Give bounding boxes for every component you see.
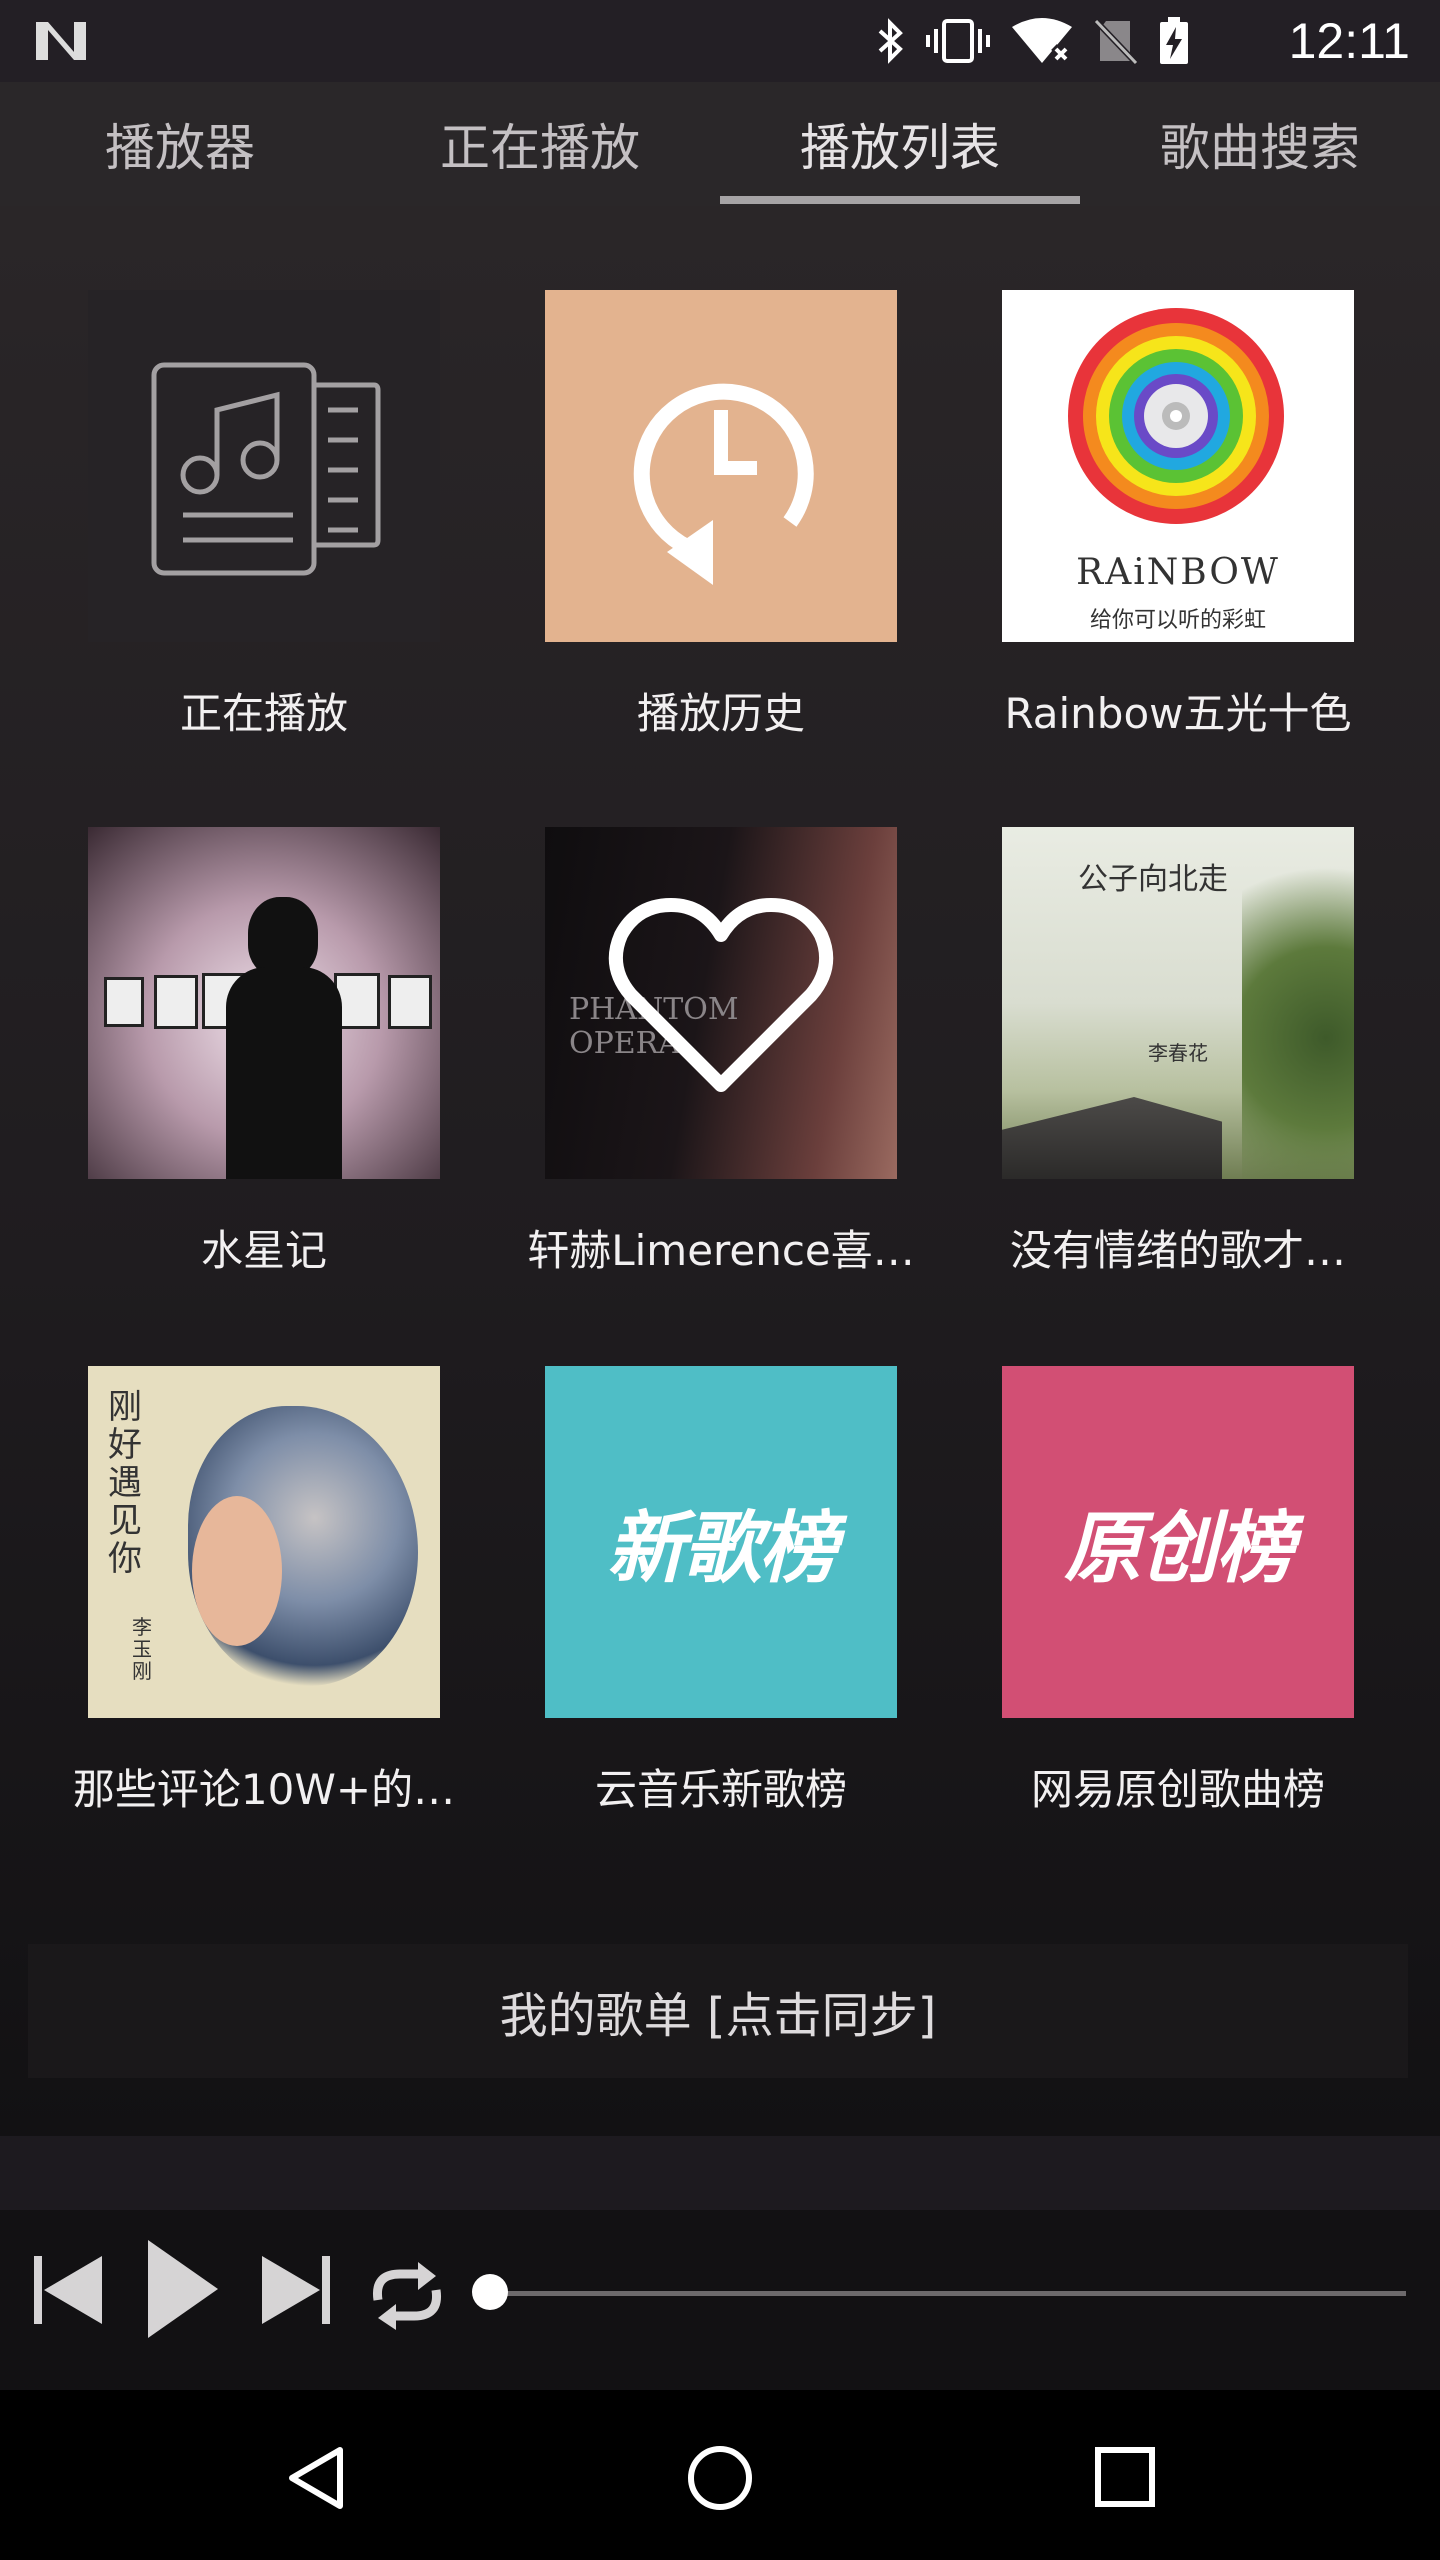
now-playing-icon xyxy=(151,362,381,576)
previous-icon[interactable] xyxy=(32,2254,104,2326)
sync-playlists-button[interactable]: 我的歌单 [点击同步] xyxy=(28,1944,1408,2078)
cover-title: 公子向北走 xyxy=(1078,862,1228,897)
person-silhouette-body xyxy=(226,967,342,1179)
progress-track[interactable] xyxy=(490,2291,1406,2296)
history-icon xyxy=(633,383,814,585)
tab-bar: 播放器 正在播放 播放列表 歌曲搜索 xyxy=(0,82,1440,206)
system-nav-bar xyxy=(0,2390,1440,2560)
no-sim-icon xyxy=(1094,18,1138,65)
cover-title: 原创榜 xyxy=(1063,1504,1294,1594)
cover-face xyxy=(192,1496,282,1646)
cover-tree xyxy=(1242,827,1354,1179)
playlist-card-original-chart[interactable]: 原创榜 网易原创歌曲榜 xyxy=(1002,1366,1354,1817)
playlist-card-history[interactable]: 播放历史 xyxy=(545,290,897,741)
playlist-label: 轩赫Limerence喜… xyxy=(527,1226,915,1275)
cover-subtitle: 给你可以听的彩虹 xyxy=(1089,608,1266,633)
playlist-label: 网易原创歌曲榜 xyxy=(1030,1765,1325,1814)
playlist-cover: 公子向北走 李春花 xyxy=(1002,827,1354,1179)
person-silhouette-head xyxy=(248,897,318,977)
playlist-label: 正在播放 xyxy=(179,689,348,738)
playlist-cover: RAiNBOW 给你可以听的彩虹 xyxy=(1002,290,1354,642)
playlist-label: Rainbow五光十色 xyxy=(1004,689,1352,738)
wifi-icon xyxy=(1012,18,1072,64)
playlist-card-rainbow[interactable]: RAiNBOW 给你可以听的彩虹 Rainbow五光十色 xyxy=(1002,290,1354,741)
playlist-card-now-playing[interactable]: 正在播放 xyxy=(88,290,440,741)
n-logo-icon xyxy=(36,22,86,60)
active-tab-indicator xyxy=(720,196,1080,204)
bluetooth-icon xyxy=(878,18,903,64)
playlist-cover: 新歌榜 xyxy=(545,1366,897,1718)
playlist-label: 云音乐新歌榜 xyxy=(594,1765,847,1814)
playlist-cover xyxy=(545,290,897,642)
playlist-label: 水星记 xyxy=(200,1226,327,1275)
recents-icon[interactable] xyxy=(1094,2446,1156,2508)
cover-roof xyxy=(1002,1097,1222,1179)
clock: 12:11 xyxy=(1288,13,1410,69)
playlist-label: 播放历史 xyxy=(636,689,805,738)
vibrate-icon xyxy=(926,19,990,63)
playlist-cover xyxy=(88,827,440,1179)
playlist-cover: 刚好遇见你 李玉刚 xyxy=(88,1366,440,1718)
cover-artist: 李玉刚 xyxy=(132,1615,152,1683)
battery-charging-icon xyxy=(1160,17,1188,64)
playlist-card-mercury[interactable]: 水星记 xyxy=(88,827,440,1278)
cover-title: RAiNBOW xyxy=(1076,552,1280,593)
cover-frame xyxy=(104,977,144,1027)
cover-title: 刚好遇见你 xyxy=(108,1387,142,1579)
tab-now-playing[interactable]: 正在播放 xyxy=(360,82,720,206)
cover-frame xyxy=(388,975,432,1029)
playlist-card-limerence[interactable]: PHANTOM OPERA 轩赫Limerence喜… xyxy=(527,827,915,1278)
tab-player[interactable]: 播放器 xyxy=(0,82,360,206)
heart-icon xyxy=(608,898,834,1092)
playlist-card-no-emotion[interactable]: 公子向北走 李春花 没有情绪的歌才… xyxy=(1002,827,1354,1278)
playlist-card-new-songs-chart[interactable]: 新歌榜 云音乐新歌榜 xyxy=(545,1366,897,1817)
home-icon[interactable] xyxy=(686,2444,754,2512)
cover-title: 新歌榜 xyxy=(606,1504,837,1594)
playlist-cover xyxy=(88,290,440,642)
playlist-card-top-comments[interactable]: 刚好遇见你 李玉刚 那些评论10W+的… xyxy=(73,1366,455,1817)
playlist-cover: PHANTOM OPERA xyxy=(545,827,897,1179)
tab-song-search[interactable]: 歌曲搜索 xyxy=(1080,82,1440,206)
cover-artist: 李春花 xyxy=(1148,1041,1208,1065)
playlist-label: 没有情绪的歌才… xyxy=(1009,1226,1346,1275)
next-icon[interactable] xyxy=(260,2254,332,2326)
playlist-label: 那些评论10W+的… xyxy=(72,1765,456,1814)
status-bar: 12:11 xyxy=(0,0,1440,82)
play-icon[interactable] xyxy=(146,2238,220,2340)
repeat-icon[interactable] xyxy=(366,2260,448,2330)
playlist-cover: 原创榜 xyxy=(1002,1366,1354,1718)
cover-frame xyxy=(154,975,198,1029)
progress-thumb[interactable] xyxy=(472,2274,508,2310)
tab-playlists[interactable]: 播放列表 xyxy=(720,82,1080,206)
back-icon[interactable] xyxy=(286,2444,346,2512)
